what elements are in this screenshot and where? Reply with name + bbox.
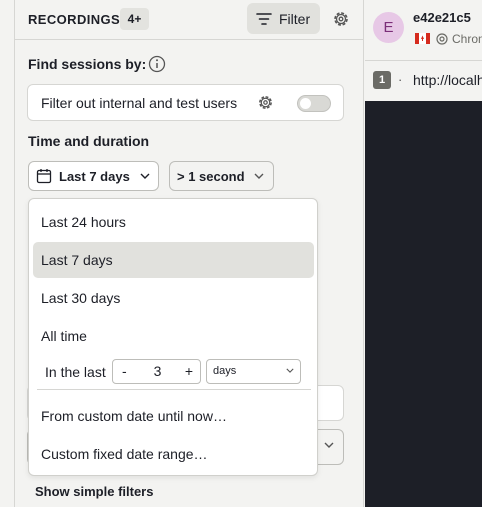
calendar-icon bbox=[36, 169, 52, 184]
time-duration-label: Time and duration bbox=[28, 133, 150, 149]
recordings-header: RECORDINGS 4+ Filter bbox=[15, 0, 364, 40]
page-url[interactable]: http://localhost bbox=[413, 72, 482, 88]
recordings-count-badge: 4+ bbox=[120, 8, 149, 30]
chevron-down-icon bbox=[254, 173, 264, 179]
find-sessions-label: Find sessions by: bbox=[28, 56, 147, 72]
page-number-badge: 1 bbox=[373, 71, 391, 89]
date-option-custom-fixed[interactable]: Custom fixed date range… bbox=[33, 436, 314, 472]
session-player-viewport[interactable] bbox=[365, 101, 482, 507]
filter-button[interactable]: Filter bbox=[247, 3, 320, 34]
date-range-value: Last 7 days bbox=[59, 168, 130, 184]
session-player-pane: E e42e21c5 Chrome 1 · http://localhost bbox=[365, 0, 482, 507]
toggle-knob bbox=[300, 98, 311, 109]
date-range-dropdown: Last 24 hours Last 7 days Last 30 days A… bbox=[28, 198, 318, 476]
date-option-last-24-hours[interactable]: Last 24 hours bbox=[33, 204, 314, 240]
divider bbox=[365, 60, 482, 61]
date-option-all-time[interactable]: All time bbox=[33, 318, 314, 354]
chrome-icon bbox=[436, 33, 448, 45]
filter-icon bbox=[256, 12, 272, 25]
settings-gear-icon[interactable] bbox=[332, 10, 350, 28]
stepper-plus-button[interactable]: + bbox=[185, 363, 193, 379]
info-icon[interactable] bbox=[148, 55, 166, 73]
session-id[interactable]: e42e21c5 bbox=[413, 10, 471, 25]
gear-icon[interactable] bbox=[257, 94, 274, 111]
duration-select[interactable]: > 1 second bbox=[169, 161, 274, 191]
in-the-last-row: In the last - 3 + days bbox=[45, 359, 305, 384]
chevron-down-icon bbox=[324, 442, 334, 448]
browser-name: Chrome bbox=[452, 32, 482, 46]
internal-filter-toggle[interactable] bbox=[297, 95, 331, 112]
show-simple-filters-link[interactable]: Show simple filters bbox=[35, 484, 153, 499]
date-range-select[interactable]: Last 7 days bbox=[28, 161, 159, 191]
chevron-down-icon bbox=[140, 173, 150, 179]
time-unit-value: days bbox=[213, 365, 237, 377]
duration-value: > 1 second bbox=[177, 168, 245, 184]
quantity-stepper[interactable]: - 3 + bbox=[112, 359, 201, 384]
date-option-custom-until-now[interactable]: From custom date until now… bbox=[33, 398, 314, 434]
filter-button-label: Filter bbox=[279, 10, 311, 27]
date-option-last-30-days[interactable]: Last 30 days bbox=[33, 280, 314, 316]
internal-filter-label: Filter out internal and test users bbox=[41, 95, 238, 111]
avatar: E bbox=[373, 12, 404, 43]
recordings-title: RECORDINGS bbox=[28, 12, 121, 27]
chevron-down-icon bbox=[286, 368, 294, 373]
in-the-last-label: In the last bbox=[45, 364, 106, 380]
left-nav-strip bbox=[0, 0, 15, 507]
canada-flag-icon bbox=[415, 33, 430, 44]
time-unit-select[interactable]: days bbox=[206, 359, 301, 384]
separator-dot: · bbox=[398, 72, 403, 87]
dropdown-divider bbox=[37, 389, 311, 390]
date-option-last-7-days[interactable]: Last 7 days bbox=[33, 242, 314, 278]
internal-users-filter: Filter out internal and test users bbox=[27, 84, 344, 121]
